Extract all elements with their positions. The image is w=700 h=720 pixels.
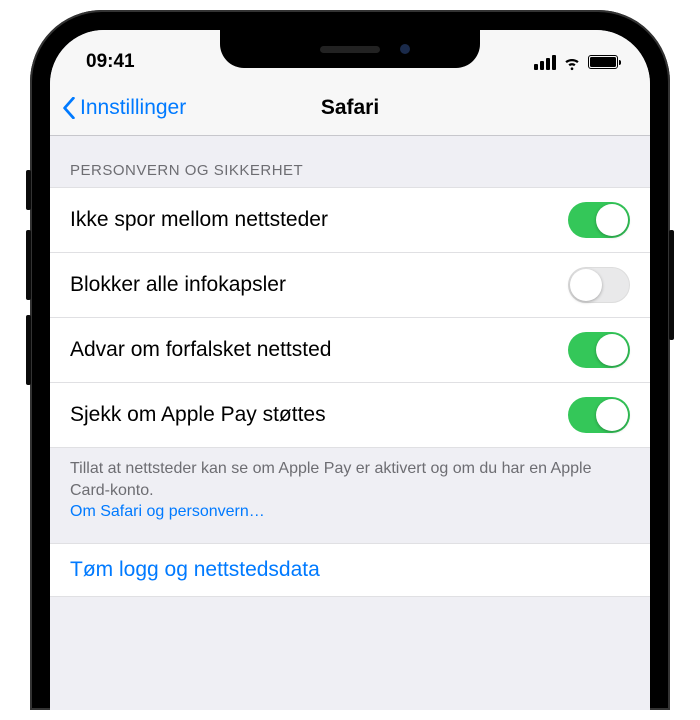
wifi-icon (562, 52, 582, 72)
power-button (669, 230, 674, 340)
mute-switch (26, 170, 31, 210)
row-prevent-cross-site-tracking: Ikke spor mellom nettsteder (50, 187, 650, 253)
page-title: Safari (321, 96, 379, 120)
toggle-prevent-cross-site-tracking[interactable] (568, 202, 630, 238)
status-indicators (534, 52, 618, 72)
row-label: Ikke spor mellom nettsteder (70, 208, 328, 232)
speaker-grille (320, 46, 380, 53)
section-header: PERSONVERN OG SIKKERHET (50, 136, 650, 187)
row-label: Blokker alle infokapsler (70, 273, 286, 297)
front-camera (400, 44, 410, 54)
back-label: Innstillinger (80, 96, 186, 120)
notch (220, 30, 480, 68)
row-check-apple-pay: Sjekk om Apple Pay støttes (50, 383, 650, 448)
volume-up-button (26, 230, 31, 300)
chevron-left-icon (62, 97, 76, 119)
status-time: 09:41 (86, 51, 135, 73)
toggle-check-apple-pay[interactable] (568, 397, 630, 433)
section-footer: Tillat at nettsteder kan se om Apple Pay… (50, 448, 650, 543)
row-label: Advar om forfalsket nettsted (70, 338, 331, 362)
cellular-signal-icon (534, 55, 556, 70)
footer-text: Tillat at nettsteder kan se om Apple Pay… (70, 460, 591, 499)
row-fraudulent-website-warning: Advar om forfalsket nettsted (50, 318, 650, 383)
toggle-block-all-cookies[interactable] (568, 267, 630, 303)
back-button[interactable]: Innstillinger (62, 96, 186, 120)
row-block-all-cookies: Blokker alle infokapsler (50, 253, 650, 318)
volume-down-button (26, 315, 31, 385)
navigation-bar: Innstillinger Safari (50, 80, 650, 136)
screen: 09:41 Innstillinger Safari (50, 30, 650, 710)
iphone-device-frame: 09:41 Innstillinger Safari (30, 10, 670, 710)
settings-list: Ikke spor mellom nettsteder Blokker alle… (50, 187, 650, 448)
row-label: Sjekk om Apple Pay støttes (70, 403, 326, 427)
clear-history-button[interactable]: Tøm logg og nettstedsdata (50, 543, 650, 597)
toggle-fraudulent-website-warning[interactable] (568, 332, 630, 368)
privacy-link[interactable]: Om Safari og personvern… (70, 503, 265, 520)
battery-icon (588, 55, 618, 69)
